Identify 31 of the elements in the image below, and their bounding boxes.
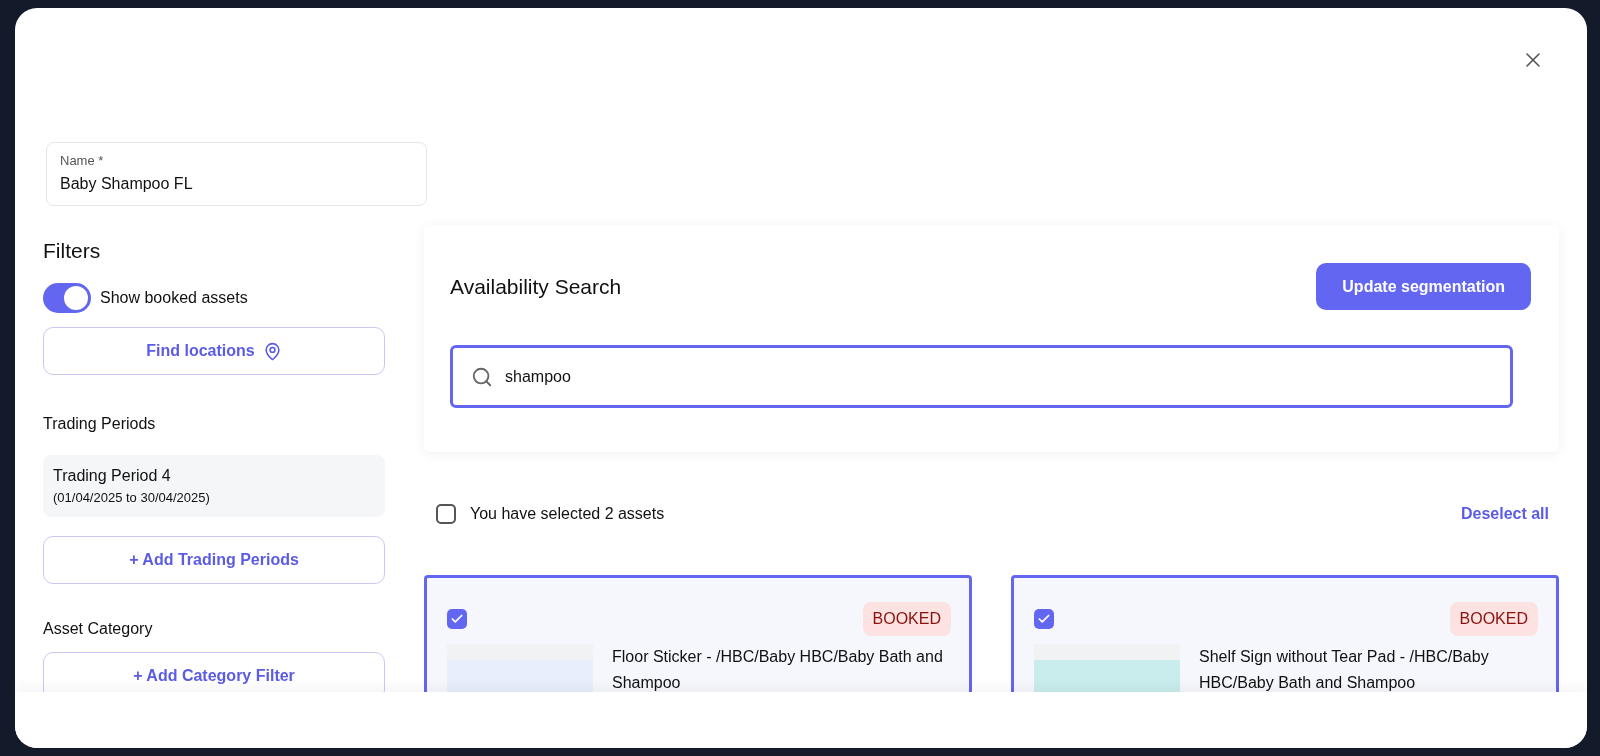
asset-checkbox[interactable] — [1034, 609, 1054, 629]
status-badge: BOOKED — [862, 602, 951, 636]
asset-card[interactable]: BOOKED Floor Sticker - /HBC/Baby HBC/Baby Bath and Shampoo — [424, 575, 972, 692]
search-icon — [471, 365, 493, 388]
period-dates: (01/04/2025 to 30/04/2025) — [53, 490, 211, 505]
check-icon — [450, 612, 464, 626]
section-heading: Trading Periods — [43, 415, 157, 433]
section-heading: Asset Category — [43, 620, 154, 638]
panel-title: Availability Search — [450, 274, 622, 299]
find-locations-button[interactable]: Find locations — [43, 327, 385, 375]
name-field[interactable]: Name * Baby Shampoo FL — [46, 142, 427, 206]
period-name: Trading Period 4 — [53, 467, 172, 485]
toggle-switch[interactable] — [43, 283, 91, 313]
filters-heading: Filters — [43, 239, 102, 263]
status-badge: BOOKED — [1449, 602, 1538, 636]
update-segmentation-button[interactable]: Update segmentation — [1316, 263, 1531, 310]
asset-card[interactable]: BOOKED Shelf Sign without Tear Pad - /HBC/Baby HBC/Baby Bath and Shampoo — [1011, 575, 1559, 692]
search-field[interactable]: shampoo — [450, 345, 1513, 408]
toggle-label: Show booked assets — [100, 289, 248, 307]
field-label: Name * — [60, 153, 105, 168]
asset-title: Shelf Sign without Tear Pad - /HBC/Baby HBC/Baby Bath and Shampoo — [1199, 647, 1490, 692]
add-category-filter-button[interactable]: + Add Category Filter — [43, 652, 385, 692]
select-all-checkbox[interactable] — [436, 504, 456, 524]
field-value: Baby Shampoo FL — [60, 175, 194, 193]
selection-count: You have selected 2 assets — [470, 505, 665, 523]
asset-title: Floor Sticker - /HBC/Baby HBC/Baby Bath and Shampoo — [612, 647, 944, 692]
deselect-all-link[interactable]: Deselect all — [1460, 505, 1549, 523]
add-trading-periods-button[interactable]: + Add Trading Periods — [43, 536, 385, 584]
map-pin-icon — [262, 341, 282, 361]
asset-checkbox[interactable] — [447, 609, 467, 629]
check-icon — [1037, 612, 1051, 626]
